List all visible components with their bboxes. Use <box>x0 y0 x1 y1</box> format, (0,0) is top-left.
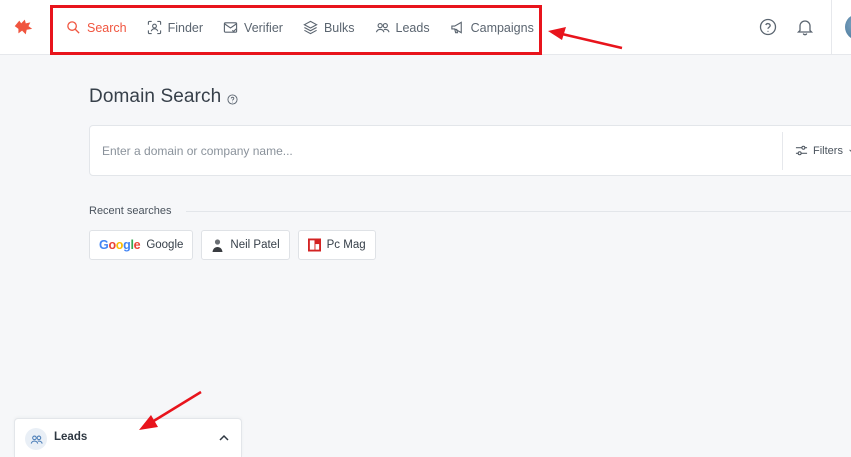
chevron-up-icon[interactable] <box>217 431 231 445</box>
leads-panel-toggle[interactable]: Leads <box>14 418 242 457</box>
recent-searches-label: Recent searches <box>89 205 172 217</box>
nav-item-bulks[interactable]: Bulks <box>293 13 365 43</box>
nav-item-search[interactable]: Search <box>56 13 137 43</box>
nav-item-label: Campaigns <box>470 20 534 35</box>
bell-icon[interactable] <box>795 17 815 37</box>
help-circle-icon[interactable] <box>227 93 238 105</box>
nav-item-label: Finder <box>167 20 204 35</box>
avatar[interactable] <box>845 14 851 40</box>
nav-item-campaigns[interactable]: Campaigns <box>440 13 544 43</box>
recent-search-label: Google <box>146 239 184 251</box>
help-circle-icon[interactable] <box>758 17 778 37</box>
nav-item-label: Leads <box>395 20 430 35</box>
layers-icon <box>303 20 318 35</box>
top-navbar: Search Finder Verifier Bulks Leads Campa… <box>0 0 851 55</box>
users-icon <box>30 435 43 444</box>
annotation-arrows <box>139 27 623 430</box>
filters-button[interactable]: Filters <box>795 126 851 175</box>
filters-label: Filters <box>813 144 843 157</box>
search-icon <box>67 21 80 34</box>
recent-search-pc-mag[interactable]: Pc Mag <box>297 230 376 260</box>
nav-item-finder[interactable]: Finder <box>137 13 213 43</box>
google-logo-icon: Google <box>99 238 141 252</box>
search-divider <box>782 132 783 170</box>
nav-item-label: Bulks <box>323 20 355 35</box>
users-icon <box>375 22 390 33</box>
recent-search-label: Neil Patel <box>230 239 280 251</box>
divider <box>185 210 851 212</box>
nav-item-label: Verifier <box>244 20 283 35</box>
main-nav: Search Finder Verifier Bulks Leads Campa… <box>56 0 544 55</box>
domain-search-bar: Filters <box>89 125 851 176</box>
mail-check-icon <box>223 22 238 33</box>
user-scan-icon <box>147 20 161 35</box>
recent-search-label: Pc Mag <box>326 239 366 251</box>
megaphone-icon <box>450 21 462 34</box>
recent-search-neil-patel[interactable]: Neil Patel <box>201 230 290 260</box>
recent-search-google[interactable]: Google Google <box>89 230 194 260</box>
nav-item-verifier[interactable]: Verifier <box>213 13 293 43</box>
sliders-icon <box>795 145 808 156</box>
header-divider <box>831 0 832 55</box>
page-title: Domain Search <box>89 86 222 107</box>
recent-searches-list: Google Google Neil Patel Pc Mag <box>89 230 376 260</box>
nav-item-label: Search <box>87 20 127 35</box>
nav-item-leads[interactable]: Leads <box>365 13 440 43</box>
logo-icon[interactable] <box>12 16 34 38</box>
recent-searches-header: Recent searches <box>89 205 851 217</box>
pcmag-logo-icon <box>307 238 321 252</box>
leads-panel-icon <box>25 428 47 450</box>
person-silhouette-icon <box>212 239 223 252</box>
page-header: Domain Search <box>89 86 238 108</box>
leads-panel-label: Leads <box>54 431 88 443</box>
domain-search-input[interactable] <box>102 126 762 175</box>
